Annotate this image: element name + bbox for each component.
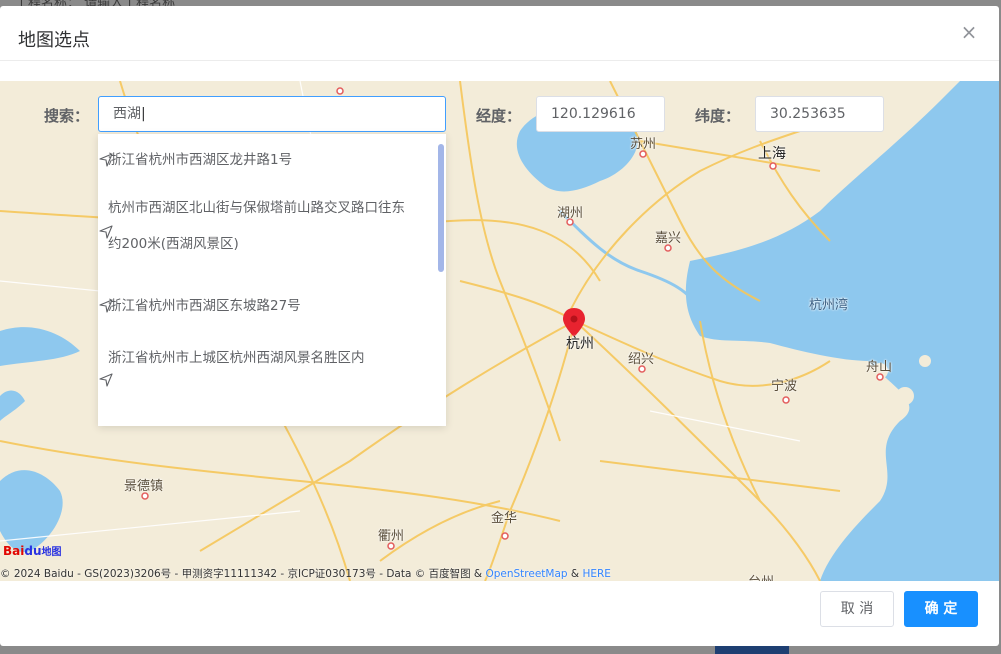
suggestion-text: 浙江省杭州市上城区杭州西湖风景名胜区内 — [108, 350, 365, 366]
openstreetmap-link[interactable]: OpenStreetMap — [485, 568, 567, 580]
suggestion-text: 浙江省杭州市西湖区东坡路27号 — [108, 298, 301, 314]
city-label-hangzhou: 杭州 — [566, 336, 594, 352]
city-label-ningbo: 宁波 — [771, 379, 798, 394]
navigate-arrow-icon[interactable] — [98, 372, 114, 388]
close-icon[interactable]: × — [959, 22, 979, 42]
city-label-quzhou: 衢州 — [378, 529, 405, 544]
city-label-jinhua: 金华 — [491, 511, 518, 526]
baidu-map-logo: Baidu地图 — [3, 544, 62, 558]
search-suggestions: 浙江省杭州市西湖区龙井路1号 杭州市西湖区北山街与保俶塔前山路交叉路口往东约20… — [98, 134, 446, 426]
city-label-jingdezhen: 景德镇 — [124, 479, 164, 494]
background-button — [715, 646, 789, 654]
navigate-arrow-icon[interactable] — [98, 152, 114, 168]
city-label-suzhou: 苏州 — [630, 137, 657, 152]
city-label-jiaxing: 嘉兴 — [655, 231, 682, 246]
suggestion-item[interactable]: 杭州市西湖区北山街与保俶塔前山路交叉路口往东约200米(西湖风景区) — [98, 186, 446, 278]
city-label-huzhou: 湖州 — [557, 206, 584, 221]
latitude-input[interactable]: 30.253635 — [755, 96, 884, 132]
navigate-arrow-icon[interactable] — [98, 224, 114, 240]
longitude-value: 120.129616 — [551, 106, 636, 122]
map-copyright: © 2024 Baidu - GS(2023)3206号 - 甲测资字11111… — [0, 568, 611, 580]
navigate-arrow-icon[interactable] — [98, 298, 114, 314]
map-canvas[interactable]: 苏州 上海 湖州 嘉兴 杭州 杭州湾 绍兴 舟山 宁波 景德镇 金华 衢州 台州… — [0, 81, 999, 581]
search-input-value: 西湖 — [113, 106, 141, 122]
city-label-shaoxing: 绍兴 — [628, 352, 655, 367]
suggestion-item[interactable]: 浙江省杭州市上城区杭州西湖风景名胜区内 — [98, 334, 446, 426]
longitude-label: 经度： — [476, 107, 522, 125]
suggestion-text: 杭州市西湖区北山街与保俶塔前山路交叉路口往东约200米(西湖风景区) — [108, 200, 405, 252]
confirm-button[interactable]: 确 定 — [904, 591, 978, 627]
dialog-title: 地图选点 — [18, 30, 90, 51]
suggestions-scrollbar[interactable] — [438, 144, 444, 272]
city-label-taizhou: 台州 — [748, 571, 774, 581]
city-label-zhoushan: 舟山 — [866, 360, 893, 375]
suggestion-item[interactable]: 浙江省杭州市西湖区东坡路27号 — [98, 278, 446, 334]
map-picker-dialog: 地图选点 × 苏州 上海 湖州 嘉兴 杭州 杭州湾 绍兴 舟山 宁波 景德镇 金… — [0, 6, 999, 646]
here-link[interactable]: HERE — [582, 568, 610, 580]
search-label: 搜索： — [44, 107, 90, 125]
latitude-label: 纬度： — [695, 107, 741, 125]
latitude-value: 30.253635 — [770, 106, 846, 122]
cancel-button[interactable]: 取 消 — [820, 591, 894, 627]
dialog-header: 地图选点 × — [0, 6, 999, 61]
search-input[interactable]: 西湖| — [98, 96, 446, 132]
sea-label-hangzhouwan: 杭州湾 — [809, 298, 849, 313]
suggestion-item[interactable]: 浙江省杭州市西湖区龙井路1号 — [98, 134, 446, 186]
city-label-shanghai: 上海 — [758, 146, 786, 162]
longitude-input[interactable]: 120.129616 — [536, 96, 665, 132]
suggestion-text: 浙江省杭州市西湖区龙井路1号 — [108, 152, 293, 168]
